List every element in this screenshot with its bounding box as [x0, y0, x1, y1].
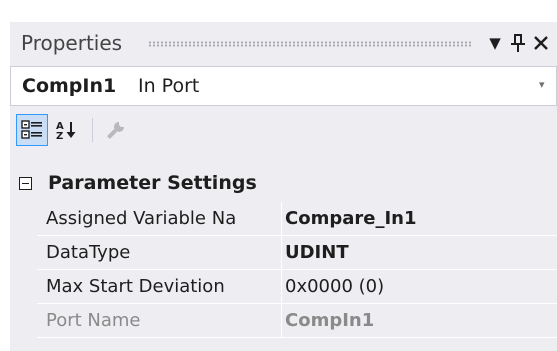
pin-icon: [511, 34, 525, 52]
selected-object-type: In Port: [138, 75, 200, 97]
property-name: DataType: [37, 236, 282, 269]
selected-object-name: CompIn1: [22, 75, 117, 97]
auto-hide-pin-button[interactable]: [507, 30, 529, 56]
property-value[interactable]: 0x0000 (0): [284, 270, 557, 303]
property-row[interactable]: Port Name CompIn1: [37, 304, 557, 338]
wrench-icon: [107, 121, 124, 139]
drag-grip[interactable]: [148, 41, 473, 47]
close-icon: [534, 36, 548, 50]
categorized-icon: [21, 120, 42, 139]
properties-panel: Properties ▼ CompIn1 In Port ▾ A Z Param…: [10, 22, 557, 351]
property-value[interactable]: UDINT: [284, 236, 557, 269]
window-position-dropdown-button[interactable]: ▼: [484, 30, 506, 56]
object-selector-dropdown[interactable]: CompIn1 In Port ▾: [10, 66, 557, 106]
dropdown-caret-icon: ▾: [539, 78, 545, 91]
property-grid: Assigned Variable Na Compare_In1 DataTyp…: [37, 202, 557, 338]
toolbar-separator: [92, 118, 93, 142]
panel-title-bar[interactable]: Properties ▼: [10, 22, 557, 64]
close-button[interactable]: [530, 30, 552, 56]
property-name: Port Name: [37, 304, 282, 337]
property-row[interactable]: Max Start Deviation 0x0000 (0): [37, 270, 557, 304]
svg-text:Z: Z: [56, 131, 63, 141]
property-pages-button[interactable]: [100, 114, 132, 146]
property-row[interactable]: Assigned Variable Na Compare_In1: [37, 202, 557, 236]
category-parameter-settings[interactable]: Parameter Settings: [10, 168, 557, 202]
chevron-down-icon: ▼: [489, 34, 501, 52]
panel-title: Properties: [21, 31, 123, 55]
alphabetical-icon: A Z: [56, 121, 76, 141]
properties-toolbar: A Z: [10, 108, 557, 152]
collapse-icon[interactable]: [19, 177, 32, 190]
category-label: Parameter Settings: [48, 172, 257, 194]
alphabetical-button[interactable]: A Z: [50, 114, 82, 146]
property-row[interactable]: DataType UDINT: [37, 236, 557, 270]
property-name: Max Start Deviation: [37, 270, 282, 303]
property-value: CompIn1: [285, 310, 375, 331]
categorized-button[interactable]: [16, 114, 48, 146]
property-value[interactable]: Compare_In1: [284, 202, 557, 235]
property-name: Assigned Variable Na: [37, 202, 282, 235]
